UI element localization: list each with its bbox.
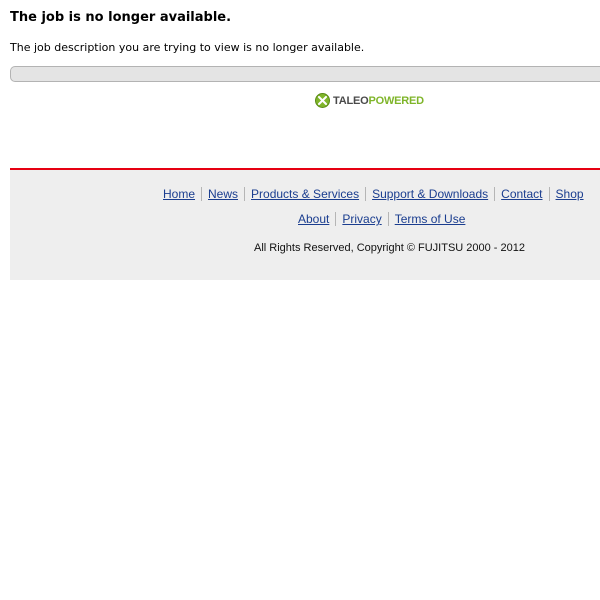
footer-link-contact[interactable]: Contact — [501, 187, 542, 201]
taleo-logo-text: TALEOPOWERED — [333, 95, 424, 107]
footer-separator — [244, 187, 246, 201]
taleo-x-icon — [315, 93, 330, 108]
footer-copyright: All Rights Reserved, Copyright © FUJITSU… — [254, 242, 525, 254]
taleo-logo-text-taleo: TALEO — [333, 94, 369, 107]
footer-link-terms-of-use[interactable]: Terms of Use — [395, 212, 466, 226]
site-footer: Home News Products & Services Support & Dow… — [10, 168, 600, 280]
footer-separator — [335, 212, 337, 226]
footer-separator — [548, 187, 550, 201]
footer-link-products-services[interactable]: Products & Services — [251, 187, 359, 201]
toolbar-bar — [10, 66, 600, 82]
footer-link-support-downloads[interactable]: Support & Downloads — [372, 187, 488, 201]
taleo-powered-logo[interactable]: TALEOPOWERED — [315, 92, 424, 109]
footer-link-home[interactable]: Home — [163, 187, 195, 201]
footer-separator — [201, 187, 203, 201]
footer-link-about[interactable]: About — [298, 212, 329, 226]
job-unavailable-message: The job description you are trying to vi… — [10, 41, 365, 54]
footer-separator — [494, 187, 496, 201]
footer-links-primary: Home News Products & Services Support & Dow… — [163, 187, 584, 201]
footer-separator — [365, 187, 367, 201]
footer-link-shop[interactable]: Shop — [556, 187, 584, 201]
footer-link-privacy[interactable]: Privacy — [342, 212, 381, 226]
footer-link-news[interactable]: News — [208, 187, 238, 201]
footer-links-secondary: About Privacy Terms of Use — [298, 212, 465, 226]
taleo-logo-text-powered: POWERED — [368, 94, 424, 107]
job-unavailable-heading: The job is no longer available. — [10, 10, 232, 25]
footer-separator — [387, 212, 389, 226]
